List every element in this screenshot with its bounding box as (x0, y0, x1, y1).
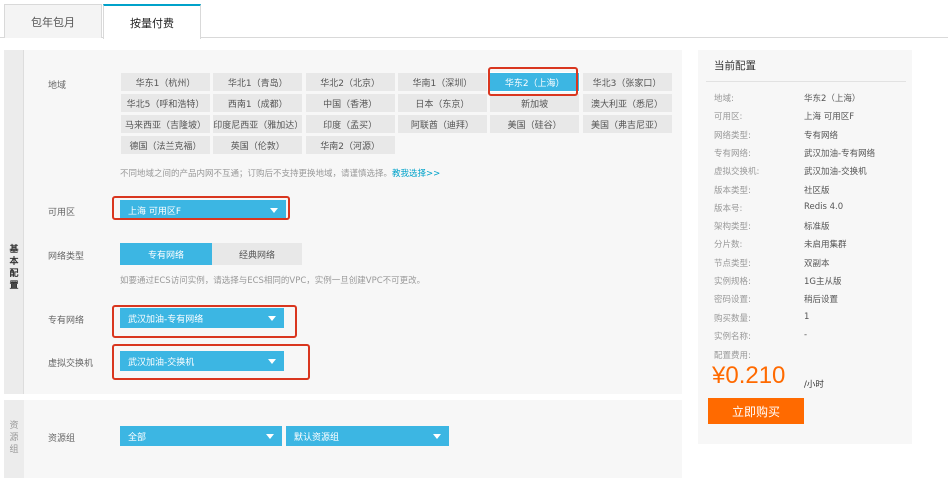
config-row-value: 未启用集群 (804, 240, 847, 250)
region-option[interactable]: 美国（弗吉尼亚） (581, 114, 673, 134)
config-row-label: 地域: (714, 94, 734, 104)
section-sidebar-basic: 基本配置 (4, 50, 24, 394)
highlight-vpc (112, 305, 297, 338)
section-sidebar-resource: 资源组 (4, 400, 24, 478)
resource-group-label: 资源组 (48, 434, 76, 444)
region-option[interactable]: 华南2（河源） (304, 135, 396, 155)
chevron-down-icon (266, 434, 274, 439)
region-option[interactable]: 华东1（杭州） (120, 72, 211, 92)
current-config-title: 当前配置 (714, 60, 756, 72)
resource-group-filter-select[interactable]: 全部 (120, 426, 282, 446)
region-option[interactable]: 西南1（成都） (212, 93, 304, 113)
config-row-value: 1 (804, 312, 810, 322)
region-option[interactable]: 英国（伦敦） (212, 135, 304, 155)
region-label: 地域 (48, 81, 67, 91)
region-hint-text: 不同地域之间的产品内网不互通；订购后不支持更换地域，请谨慎选择。 (120, 169, 393, 179)
config-row-label: 网络类型: (714, 131, 751, 141)
region-option[interactable]: 澳大利亚（悉尼） (581, 93, 673, 113)
resource-group-select[interactable]: 默认资源组 (286, 426, 449, 446)
zone-label: 可用区 (48, 208, 76, 218)
region-option[interactable]: 华北3（张家口） (581, 72, 673, 92)
config-row-value: 稍后设置 (804, 295, 839, 305)
region-option[interactable]: 日本（东京） (396, 93, 488, 113)
region-option[interactable]: 华北5（呼和浩特） (120, 93, 211, 113)
region-option[interactable]: 美国（硅谷） (489, 114, 581, 134)
basic-config-label: 基本配置 (9, 245, 19, 291)
config-row-value: - (804, 330, 808, 340)
config-row-label: 版本类型: (714, 186, 751, 196)
config-row-label: 分片数: (714, 240, 743, 250)
region-option[interactable]: 阿联酋（迪拜） (396, 114, 488, 134)
network-hint: 如要通过ECS访问实例，请选择与ECS相同的VPC，实例一旦创建VPC不可更改。 (120, 276, 426, 286)
region-help-link[interactable]: 教我选择>> (392, 169, 440, 179)
chevron-down-icon (433, 434, 441, 439)
highlight-vswitch (112, 344, 310, 380)
price-unit: /小时 (804, 380, 824, 390)
config-row-label: 版本号: (714, 204, 743, 214)
network-type-label: 网络类型 (48, 252, 85, 262)
config-row-value: 双副本 (804, 259, 830, 269)
config-row-label: 购买数量: (714, 314, 751, 324)
config-row-label: 节点类型: (714, 259, 751, 269)
region-option[interactable]: 印度（孟买） (304, 114, 396, 134)
resource-group-section-label: 资源组 (9, 421, 19, 455)
config-row-label: 实例规格: (714, 277, 751, 287)
tab-subscription[interactable]: 包年包月 (4, 4, 102, 38)
highlight-region (488, 67, 578, 96)
config-row-value: 华东2（上海） (804, 94, 861, 104)
config-row-label: 虚拟交换机: (714, 167, 760, 177)
config-row-label: 架构类型: (714, 222, 751, 232)
network-vpc-button[interactable]: 专有网络 (120, 243, 212, 265)
region-option[interactable]: 华北2（北京） (304, 72, 396, 92)
region-hint: 不同地域之间的产品内网不互通；订购后不支持更换地域，请谨慎选择。教我选择>> (120, 167, 440, 179)
config-row-value: 1G主从版 (804, 277, 842, 287)
region-option[interactable]: 德国（法兰克福） (120, 135, 211, 155)
config-row-value: Redis 4.0 (804, 202, 844, 212)
region-option[interactable]: 华北1（青岛） (212, 72, 304, 92)
config-row-label: 可用区: (714, 112, 743, 122)
config-row-value: 标准版 (804, 222, 830, 232)
config-row-label: 密码设置: (714, 295, 751, 305)
resource-group-filter-value: 全部 (128, 432, 147, 443)
region-option[interactable]: 新加坡 (489, 93, 581, 113)
config-row-value: 专有网络 (804, 131, 839, 141)
config-row-value: 社区版 (804, 186, 830, 196)
config-row-label: 专有网络: (714, 149, 751, 159)
vswitch-label: 虚拟交换机 (48, 359, 94, 369)
region-option[interactable]: 中国（香港） (304, 93, 396, 113)
network-classic-button[interactable]: 经典网络 (212, 243, 302, 265)
region-option[interactable]: 印度尼西亚（雅加达） (212, 114, 303, 134)
fee-label: 配置费用: (714, 351, 751, 361)
region-option[interactable]: 华南1（深圳） (396, 72, 488, 92)
vpc-label: 专有网络 (48, 316, 85, 326)
config-row-value: 武汉加油-交换机 (804, 167, 867, 177)
tab-bar: 包年包月 按量付费 (0, 0, 948, 39)
highlight-zone (112, 196, 290, 220)
config-row-label: 实例名称: (714, 332, 751, 342)
config-row-value: 武汉加油-专有网络 (804, 149, 876, 159)
resource-group-select-value: 默认资源组 (294, 432, 340, 443)
buy-now-button[interactable]: 立即购买 (708, 398, 804, 424)
config-row-value: 上海 可用区F (804, 112, 855, 122)
price-value: ¥0.210 (712, 362, 786, 389)
tab-pay-as-you-go[interactable]: 按量付费 (103, 4, 201, 39)
region-option[interactable]: 马来西亚（吉隆坡） (120, 114, 211, 134)
divider (706, 81, 906, 82)
